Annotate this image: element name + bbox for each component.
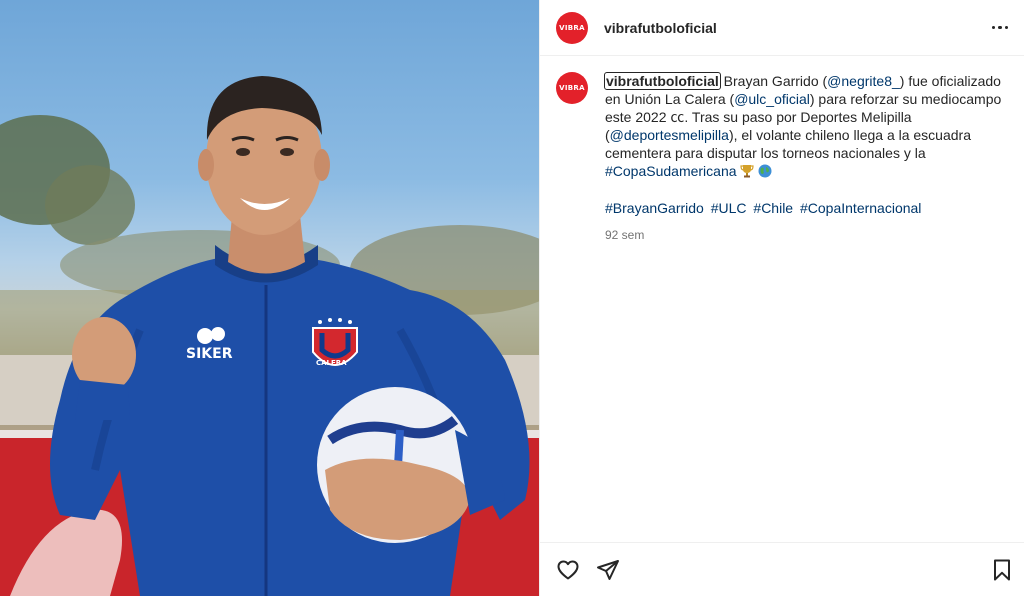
post-image[interactable]: SIKER CALERA — [0, 0, 539, 596]
svg-text:CALERA: CALERA — [316, 359, 347, 367]
post-sidebar: VIBRA vibrafutboloficial VIBRA vibrafutb… — [539, 0, 1024, 596]
caption-body: vibrafutboloficial Brayan Garrido (@negr… — [604, 72, 1008, 542]
hashtag-link[interactable]: #CopaInternacional — [800, 200, 921, 216]
more-options-icon[interactable] — [990, 20, 1011, 36]
trophy-emoji — [740, 164, 755, 182]
avatar-text: VIBRA — [559, 23, 585, 32]
svg-text:SIKER: SIKER — [186, 346, 233, 362]
account-username[interactable]: vibrafutboloficial — [604, 20, 717, 36]
avatar[interactable]: VIBRA — [556, 11, 588, 44]
action-bar — [540, 542, 1024, 596]
hashtag-link[interactable]: #Chile — [753, 200, 793, 216]
hashtag-link[interactable]: #BrayanGarrido — [605, 200, 704, 216]
caption-text: vibrafutboloficial Brayan Garrido (@negr… — [604, 72, 1008, 182]
hashtag-link[interactable]: #ULC — [711, 200, 747, 216]
mention-link[interactable]: @negrite8_ — [827, 73, 900, 89]
caption-part: Brayan Garrido ( — [719, 73, 828, 89]
mention-link[interactable]: @ulc_oficial — [734, 91, 810, 107]
globe-emoji — [758, 164, 772, 182]
bookmark-icon[interactable] — [990, 558, 1014, 582]
caption-section: VIBRA vibrafutboloficial Brayan Garrido … — [540, 56, 1024, 542]
player-photo: SIKER CALERA — [0, 76, 539, 596]
caption-avatar[interactable]: VIBRA — [556, 72, 588, 104]
caption-avatar-text: VIBRA — [559, 84, 585, 92]
caption-username-link[interactable]: vibrafutboloficial — [604, 72, 721, 90]
post-header: VIBRA vibrafutboloficial — [540, 0, 1024, 56]
share-icon[interactable] — [596, 558, 620, 582]
hashtag-list: #BrayanGarrido #ULC #Chile #CopaInternac… — [605, 199, 1008, 217]
heart-icon[interactable] — [556, 558, 580, 582]
post-timestamp[interactable]: 92 sem — [605, 226, 1008, 244]
hashtag-link[interactable]: #CopaSudamericana — [605, 163, 737, 179]
mention-link[interactable]: @deportesmelipilla — [610, 127, 729, 143]
